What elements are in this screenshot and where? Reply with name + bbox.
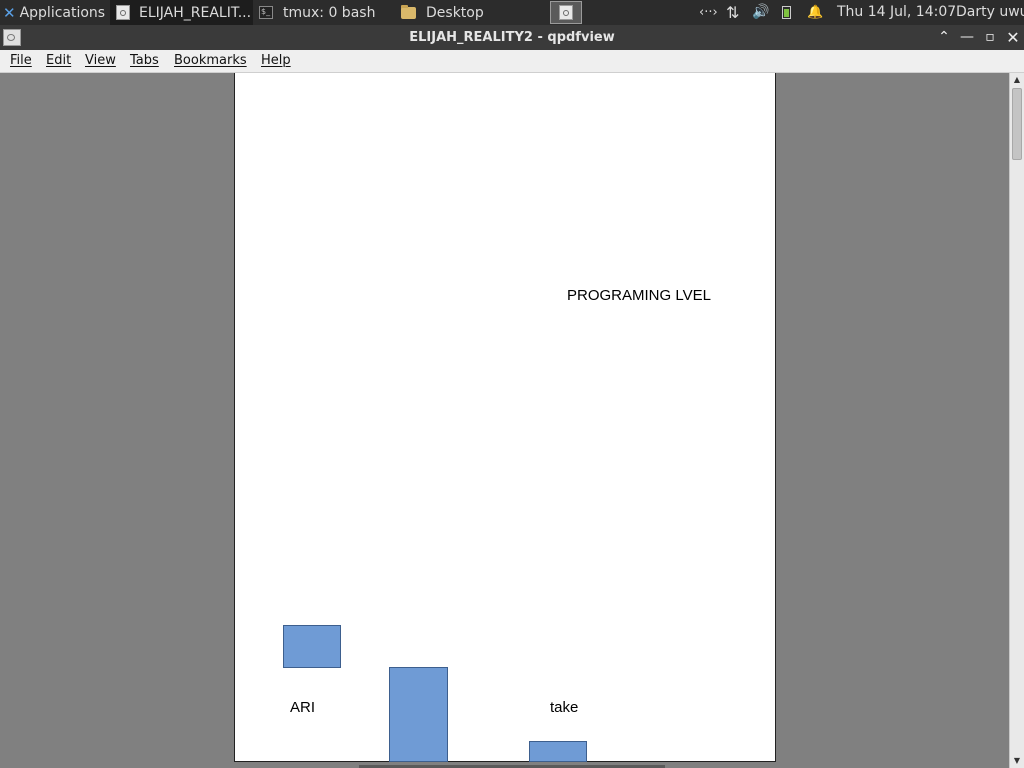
terminal-icon: $_ (259, 6, 273, 19)
shade-button[interactable]: ⌃ (933, 25, 955, 50)
menu-tabs[interactable]: Tabs (130, 50, 159, 72)
network-icon[interactable]: ‹··› (699, 0, 718, 25)
taskbar-item-desktop[interactable]: Desktop (393, 0, 541, 25)
top-panel: ✕ Applications ELIJAH_REALIT... $_ tmux:… (0, 0, 1024, 25)
vertical-scrollbar[interactable]: ▲ ▼ (1009, 73, 1024, 768)
taskbar-item-pdf[interactable]: ELIJAH_REALIT... (110, 0, 253, 25)
minimize-button[interactable]: — (956, 25, 978, 50)
menubar: File Edit View Tabs Bookmarks Help (0, 50, 1024, 73)
document-view[interactable]: PROGRAMING LVEL ARI take (0, 73, 1009, 768)
xfce-logo-icon: ✕ (3, 3, 16, 22)
menu-view[interactable]: View (85, 50, 116, 72)
maximize-button[interactable]: ▫ (979, 25, 1001, 50)
window-title: ELIJAH_REALITY2 - qpdfview (409, 30, 615, 45)
blue-rectangle (389, 667, 448, 762)
applications-menu[interactable]: ✕ Applications (0, 0, 108, 25)
applications-label: Applications (19, 4, 106, 21)
viewer-button[interactable] (550, 1, 582, 24)
taskbar-item-label: ELIJAH_REALIT... (139, 4, 252, 21)
blue-rectangle (283, 625, 341, 668)
image-viewer-icon (559, 5, 573, 20)
scroll-down-arrow-icon[interactable]: ▼ (1010, 754, 1024, 768)
window-titlebar[interactable]: ELIJAH_REALITY2 - qpdfview ⌃ — ▫ ✕ (0, 25, 1024, 50)
close-button[interactable]: ✕ (1002, 25, 1024, 50)
user-name[interactable]: Darty uwu (956, 0, 1024, 25)
volume-icon[interactable]: 🔊 (752, 0, 769, 25)
menu-file[interactable]: File (10, 50, 32, 72)
menu-edit[interactable]: Edit (46, 50, 71, 72)
page-label: ARI (290, 699, 316, 716)
blue-rectangle (529, 741, 587, 762)
taskbar-item-label: Desktop (426, 4, 484, 21)
taskbar-item-viewer[interactable] (547, 0, 587, 25)
battery-icon[interactable] (782, 6, 791, 19)
menu-bookmarks[interactable]: Bookmarks (174, 50, 247, 72)
transfer-icon[interactable]: ⇅ (726, 0, 739, 25)
document-viewer-icon (116, 5, 130, 20)
scroll-up-arrow-icon[interactable]: ▲ (1010, 73, 1024, 87)
page-heading: PROGRAMING LVEL (567, 287, 711, 304)
scrollbar-thumb[interactable] (1012, 88, 1022, 160)
bell-icon[interactable]: 🔔 (807, 0, 823, 25)
page-label: take (550, 699, 579, 716)
pdf-page[interactable]: PROGRAMING LVEL ARI take (234, 73, 776, 762)
system-tray: ‹··› ⇅ 🔊 🔔 Thu 14 Jul, 14:07 Darty uwu (690, 0, 1024, 25)
taskbar-item-label: tmux: 0 bash (283, 4, 376, 21)
taskbar-item-terminal[interactable]: $_ tmux: 0 bash (253, 0, 390, 25)
clock[interactable]: Thu 14 Jul, 14:07 (837, 0, 956, 25)
folder-icon (401, 4, 416, 19)
menu-help[interactable]: Help (261, 50, 291, 72)
